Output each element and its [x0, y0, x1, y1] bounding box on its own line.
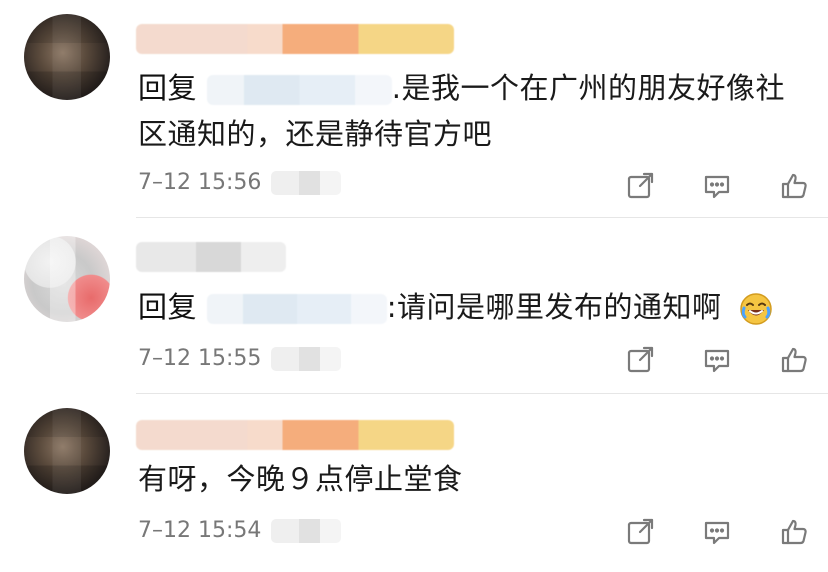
timestamp: 7–12 15:55 [138, 346, 262, 371]
like-icon[interactable] [776, 342, 812, 378]
comment-2: 回复 :请问是哪里发布的通知啊 7–12 15:55 [0, 218, 828, 394]
comment-actions [622, 168, 812, 204]
username-blurred[interactable] [136, 24, 454, 54]
mentioned-user-blurred[interactable] [206, 294, 387, 324]
comment-meta: 7–12 15:56 [138, 170, 342, 195]
timestamp: 7–12 15:54 [138, 518, 262, 543]
timestamp: 7–12 15:56 [138, 170, 262, 195]
comment-meta: 7–12 15:55 [138, 346, 342, 371]
comment-meta: 7–12 15:54 [138, 518, 342, 543]
location-blurred [271, 518, 342, 543]
like-icon[interactable] [776, 168, 812, 204]
comment-text: 回复 :请问是哪里发布的通知啊 [138, 284, 798, 330]
avatar[interactable] [24, 236, 110, 322]
reply-prefix: 回复 [138, 71, 198, 105]
location-blurred [271, 346, 342, 371]
comment-text: 有呀，今晚９点停止堂食 [138, 456, 798, 502]
comment-actions [622, 514, 812, 550]
comment-icon[interactable] [699, 168, 735, 204]
share-icon[interactable] [622, 168, 658, 204]
share-icon[interactable] [622, 342, 658, 378]
laugh-cry-emoji [739, 292, 773, 326]
comment-1: 回复 .是我一个在广州的朋友好像社区通知的，还是静待官方吧 7–12 15:56 [0, 0, 828, 218]
mentioned-user-blurred[interactable] [206, 75, 392, 105]
comment-text: 回复 .是我一个在广州的朋友好像社区通知的，还是静待官方吧 [138, 65, 798, 157]
location-blurred [271, 170, 342, 195]
comment-actions [622, 342, 812, 378]
comment-body: :请问是哪里发布的通知啊 [386, 290, 722, 324]
like-icon[interactable] [776, 514, 812, 550]
avatar[interactable] [24, 408, 110, 494]
avatar[interactable] [24, 14, 110, 100]
comment-body: 有呀，今晚９点停止堂食 [138, 462, 463, 496]
comment-3: 有呀，今晚９点停止堂食 7–12 15:54 [0, 394, 828, 572]
share-icon[interactable] [622, 514, 658, 550]
reply-prefix: 回复 [138, 290, 198, 324]
comment-icon[interactable] [699, 514, 735, 550]
comment-icon[interactable] [699, 342, 735, 378]
username-blurred[interactable] [136, 420, 454, 450]
username-blurred[interactable] [136, 242, 286, 272]
